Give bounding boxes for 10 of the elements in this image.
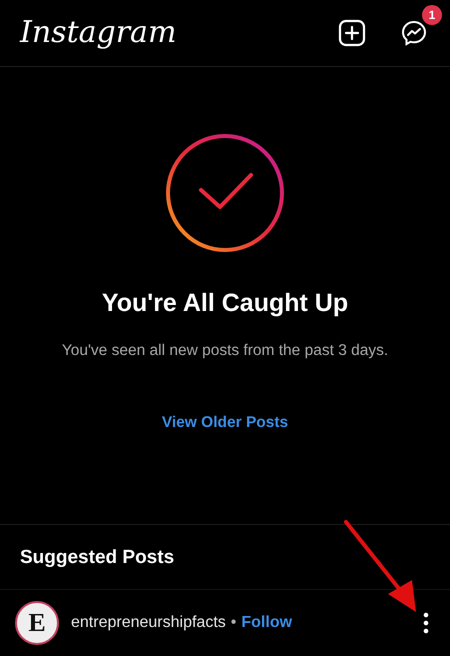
notification-badge: 1 [422,4,442,25]
caught-up-title: You're All Caught Up [102,288,348,318]
username[interactable]: entrepreneurshipfacts [71,614,226,632]
profile-avatar[interactable]: E [15,601,59,646]
follow-link[interactable]: Follow [241,614,292,632]
caught-up-subtitle: You've seen all new posts from the past 3 days. [62,342,388,360]
view-older-posts-link[interactable]: View Older Posts [162,414,288,432]
instagram-logo: Instagram [20,15,178,50]
separator-dot: • [230,614,236,632]
checkmark-circle-icon [165,132,285,253]
